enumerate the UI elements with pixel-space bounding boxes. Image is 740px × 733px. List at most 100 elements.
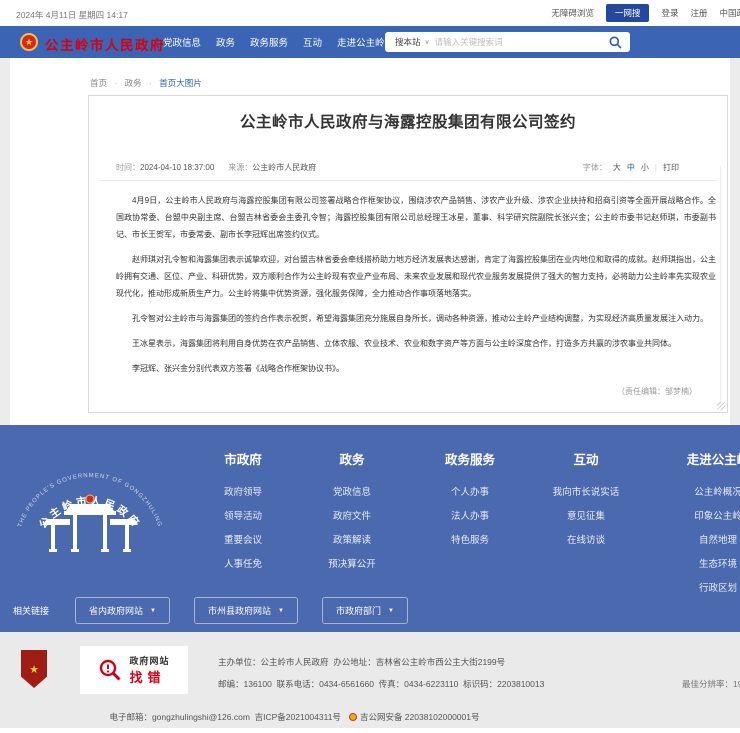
article-meta: 时间：2024-04-10 18:37:00来源：公主岭市人民政府 字体： 大 … bbox=[89, 162, 727, 174]
login-link[interactable]: 登录 bbox=[661, 7, 678, 19]
related-links: 相关链接 省内政府网站 ▼ 市州县政府网站 ▼ 市政府部门 ▼ bbox=[13, 597, 432, 624]
search-button[interactable] bbox=[600, 32, 630, 52]
article-paragraph: 赵师琪对孔令智和海露集团表示诚挚欢迎，对台盟吉林省委会牵线搭桥助力地方经济发展表… bbox=[116, 251, 716, 302]
footer-link[interactable]: 生态环境 bbox=[687, 553, 740, 577]
chevron-down-icon: ∨ bbox=[425, 38, 430, 46]
divider: | bbox=[655, 163, 657, 172]
chevron-down-icon: ▼ bbox=[278, 608, 284, 614]
time-value: 2024-04-10 18:37:00 bbox=[140, 163, 214, 172]
footer-link[interactable]: 行政区划 bbox=[687, 577, 740, 601]
breadcrumb: 首页 · 政务 · 首页大图片 bbox=[90, 77, 202, 89]
main-nav: 党政信息 政务 政务服务 互动 走进公主岭 bbox=[163, 26, 385, 58]
accessibility-link[interactable]: 无障碍浏览 bbox=[551, 7, 594, 19]
topbar-links: 无障碍浏览 一网搜 登录 注册 中国政府网 bbox=[551, 0, 740, 26]
footer-link[interactable]: 政策解读 bbox=[328, 529, 376, 553]
footer-link[interactable]: 重要会议 bbox=[224, 529, 262, 553]
article-paragraph: 李冠辉、张兴金分别代表双方签署《战略合作框架协议书》。 bbox=[116, 360, 716, 377]
email-icp-text: 电子邮箱：gongzhulingshi@126.com 吉ICP备2021004… bbox=[109, 712, 340, 722]
source-label: 来源： bbox=[228, 163, 252, 172]
resize-handle-icon bbox=[717, 402, 725, 410]
related-dropdown[interactable]: 市州县政府网站 ▼ bbox=[194, 597, 298, 624]
footer-link[interactable]: 在线访谈 bbox=[553, 529, 620, 553]
print-button[interactable]: 打印 bbox=[663, 162, 679, 173]
footer-link[interactable]: 公主岭概况 bbox=[687, 481, 740, 505]
nav-item[interactable]: 政务服务 bbox=[250, 35, 288, 49]
article-paragraph: 孔令智对公主岭市与海露集团的签约合作表示祝贺，希望海露集团充分施展自身所长，调动… bbox=[116, 310, 716, 327]
email-icp-info: 电子邮箱：gongzhulingshi@126.com 吉ICP备2021004… bbox=[100, 701, 479, 733]
police-filing-text: 吉公网安备 22038102000001号 bbox=[360, 712, 480, 722]
breadcrumb-separator: · bbox=[114, 78, 117, 88]
related-dropdown[interactable]: 市政府部门 ▼ bbox=[322, 597, 408, 624]
time-label: 时间： bbox=[116, 163, 140, 172]
footer-column: 互动 我向市长说实话意见征集在线访谈 bbox=[553, 449, 620, 553]
footer-link[interactable]: 法人办事 bbox=[445, 505, 495, 529]
footer-link[interactable]: 特色服务 bbox=[445, 529, 495, 553]
datetime-text: 2024年 4月11日 星期四 14:17 bbox=[16, 9, 128, 21]
chevron-down-icon: ▼ bbox=[150, 608, 156, 614]
footer-link[interactable]: 我向市长说实话 bbox=[553, 481, 620, 505]
article-paragraph: 4月9日，公主岭市人民政府与海露控股集团有限公司签署战略合作框架协议，围绕涉农产… bbox=[116, 192, 716, 243]
footer-column: 政务 党政信息政府文件政策解读预决算公开 bbox=[328, 449, 376, 577]
bottom-info-bar: ★ 政府网站 找错 主办单位：公主岭市人民政府 办公地址：吉林省公主岭市西公主大… bbox=[0, 632, 740, 728]
font-small-button[interactable]: 小 bbox=[641, 162, 649, 173]
footer-link[interactable]: 意见征集 bbox=[553, 505, 620, 529]
font-label: 字体： bbox=[583, 162, 607, 173]
site-error-report-widget[interactable]: 政府网站 找错 bbox=[80, 646, 188, 694]
font-medium-button[interactable]: 中 bbox=[627, 162, 635, 173]
nav-item[interactable]: 走进公主岭 bbox=[337, 35, 385, 49]
site-title[interactable]: 公主岭市人民政府 bbox=[45, 34, 165, 54]
police-badge-icon bbox=[349, 713, 357, 721]
nav-item[interactable]: 党政信息 bbox=[163, 35, 201, 49]
register-link[interactable]: 注册 bbox=[690, 7, 707, 19]
footer-column: 政务服务 个人办事法人办事特色服务 bbox=[445, 449, 495, 553]
divider bbox=[99, 180, 717, 181]
find-error-magnifier-icon bbox=[98, 658, 122, 682]
footer-column: 市政府 政府领导领导活动重要会议人事任免 bbox=[224, 449, 262, 577]
site-header: ★ 公主岭市人民政府 党政信息 政务 政务服务 互动 走进公主岭 搜本站 ∨ bbox=[0, 26, 740, 58]
contact-info: 邮编：136100 联系电话：0434-6561660 传真：0434-6223… bbox=[218, 678, 544, 690]
related-dropdown[interactable]: 省内政府网站 ▼ bbox=[75, 597, 170, 624]
footer-link[interactable]: 人事任免 bbox=[224, 553, 262, 577]
article-title: 公主岭市人民政府与海露控股集团有限公司签约 bbox=[89, 110, 727, 132]
breadcrumb-home[interactable]: 首页 bbox=[90, 78, 107, 88]
footer-link[interactable]: 政府文件 bbox=[328, 505, 376, 529]
footer-link[interactable]: 预决算公开 bbox=[328, 553, 376, 577]
footer-column: 走进公主岭 公主岭概况印象公主岭自然地理生态环境行政区划 bbox=[687, 449, 740, 601]
footer-column-title[interactable]: 市政府 bbox=[224, 449, 262, 468]
nav-item[interactable]: 政务 bbox=[216, 35, 235, 49]
footer-column-title[interactable]: 走进公主岭 bbox=[687, 449, 740, 468]
china-gov-link[interactable]: 中国政府网 bbox=[719, 7, 740, 19]
national-emblem-icon: ★ bbox=[20, 33, 38, 51]
footer-link[interactable]: 党政信息 bbox=[328, 481, 376, 505]
article-box: 公主岭市人民政府与海露控股集团有限公司签约 时间：2024-04-10 18:3… bbox=[88, 95, 728, 413]
footer-column-title[interactable]: 政务服务 bbox=[445, 449, 495, 468]
footer-column-title[interactable]: 互动 bbox=[553, 449, 620, 468]
one-search-button[interactable]: 一网搜 bbox=[606, 4, 650, 22]
breadcrumb-zhengwu[interactable]: 政务 bbox=[125, 78, 142, 88]
nav-item[interactable]: 互动 bbox=[303, 35, 322, 49]
footer-link[interactable]: 自然地理 bbox=[687, 529, 740, 553]
source-value: 公主岭市人民政府 bbox=[252, 163, 316, 172]
search-input[interactable] bbox=[435, 37, 600, 47]
breadcrumb-current: 首页大图片 bbox=[159, 78, 202, 88]
footer-link[interactable]: 印象公主岭 bbox=[687, 505, 740, 529]
footer-columns: 市政府 政府领导领导活动重要会议人事任免 政务 党政信息政府文件政策解读预决算公… bbox=[0, 449, 740, 599]
font-large-button[interactable]: 大 bbox=[613, 162, 621, 173]
chevron-down-icon: ▼ bbox=[388, 608, 394, 614]
footer-column-title[interactable]: 政务 bbox=[328, 449, 376, 468]
host-info: 主办单位：公主岭市人民政府 办公地址：吉林省公主岭市西公主大街2199号 bbox=[218, 656, 505, 668]
scrollbar[interactable] bbox=[720, 166, 721, 407]
find-error-line1: 政府网站 bbox=[129, 654, 169, 667]
article-body: 4月9日，公主岭市人民政府与海露控股集团有限公司签署战略合作框架协议，围绕涉农产… bbox=[116, 192, 716, 385]
footer-link[interactable]: 领导活动 bbox=[224, 505, 262, 529]
search-scope-select[interactable]: 搜本站 bbox=[395, 36, 421, 48]
related-links-label: 相关链接 bbox=[13, 604, 49, 617]
gov-site-badge-icon[interactable]: ★ bbox=[21, 650, 47, 688]
site-search: 搜本站 ∨ bbox=[385, 32, 630, 52]
resolution-hint: 最佳分辨率：1920*1080 bbox=[682, 678, 740, 690]
search-icon bbox=[609, 36, 622, 49]
footer-link[interactable]: 个人办事 bbox=[445, 481, 495, 505]
footer-link[interactable]: 政府领导 bbox=[224, 481, 262, 505]
site-footer: THE PEOPLE'S GOVERNMENT OF GONGZHULING 公… bbox=[0, 425, 740, 632]
topbar: 2024年 4月11日 星期四 14:17 无障碍浏览 一网搜 登录 注册 中国… bbox=[0, 0, 740, 26]
